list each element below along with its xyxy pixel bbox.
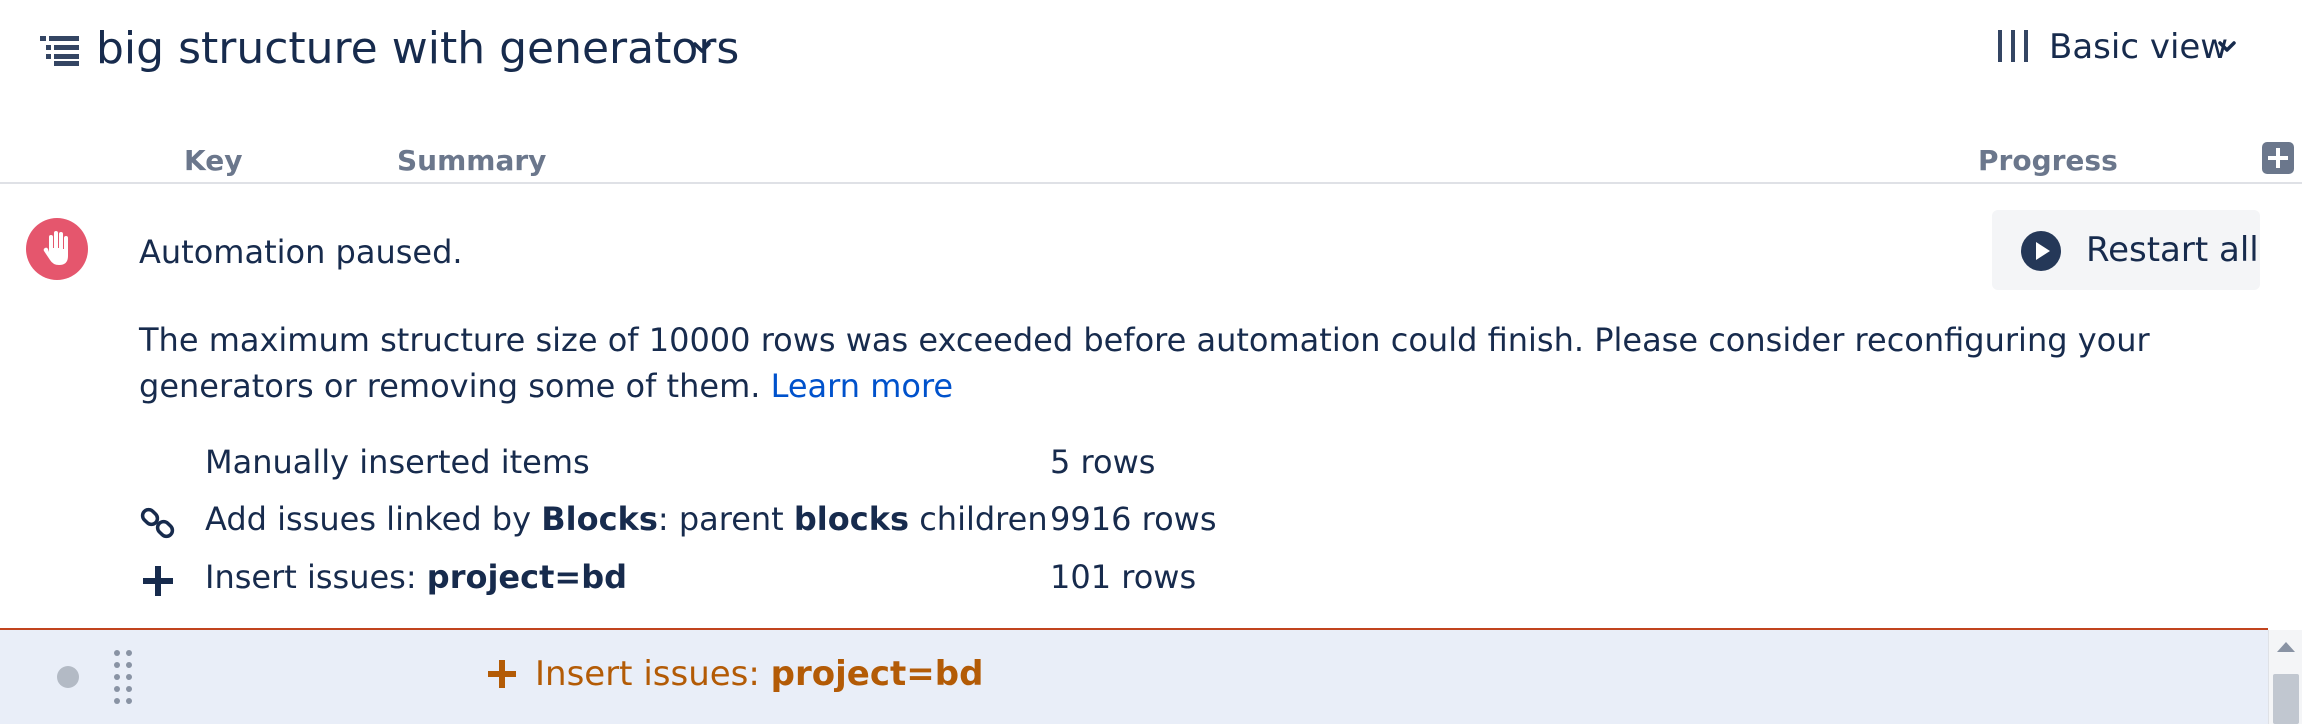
generator-stat-row: Add issues linked by Blocks: parent bloc… [0, 495, 1400, 545]
play-circle-icon [2021, 231, 2061, 271]
plus-icon [143, 566, 173, 596]
generator-row-count: 9916 rows [1050, 500, 1217, 538]
column-header-summary[interactable]: Summary [397, 144, 546, 177]
scroll-up-arrow-icon[interactable] [2277, 642, 2295, 652]
generator-query: project=bd [770, 654, 984, 694]
generator-label: Insert issues: project=bd [205, 553, 627, 601]
generator-row-count: 101 rows [1050, 558, 1197, 596]
plus-icon [488, 660, 516, 688]
structure-list-icon [40, 36, 79, 66]
structure-header: big structure with generators Basic view [0, 0, 2302, 110]
column-header-key[interactable]: Key [184, 144, 242, 177]
generator-stat-row: Insert issues: project=bd 101 rows [0, 553, 1400, 603]
structure-title[interactable]: big structure with generators [96, 20, 739, 78]
column-header-progress[interactable]: Progress [1978, 144, 2118, 177]
label-suffix: children [909, 500, 1048, 538]
selected-generator-row[interactable]: Insert issues: project=bd [0, 628, 2268, 724]
generator-label: Manually inserted items [205, 443, 590, 481]
link-icon [140, 507, 175, 539]
view-selector-label[interactable]: Basic view [2049, 24, 2228, 70]
automation-message: The maximum structure size of 10000 rows… [139, 317, 2289, 409]
scrollbar-thumb[interactable] [2273, 674, 2299, 724]
row-status-dot [57, 666, 79, 688]
drag-handle-icon[interactable] [112, 648, 134, 708]
label-prefix: Add issues linked by [205, 500, 542, 538]
automation-paused-title: Automation paused. [139, 233, 463, 271]
link-direction: blocks [793, 500, 910, 538]
chevron-down-icon[interactable] [2216, 36, 2238, 58]
link-type: Blocks [541, 500, 658, 538]
learn-more-link[interactable]: Learn more [771, 367, 954, 405]
restart-all-button[interactable]: Restart all [1992, 210, 2260, 290]
vertical-scrollbar[interactable] [2268, 630, 2302, 724]
generator-row-count: 5 rows [1050, 443, 1156, 481]
generator-label: Add issues linked by Blocks: parent bloc… [205, 495, 1048, 543]
stop-hand-icon [26, 218, 88, 280]
restart-all-label: Restart all [2086, 230, 2259, 270]
chevron-down-icon[interactable] [690, 36, 714, 60]
columns-icon[interactable] [1996, 28, 2030, 64]
automation-message-text: The maximum structure size of 10000 rows… [139, 321, 2150, 405]
generator-stat-row: Manually inserted items 5 rows [0, 438, 1400, 488]
label-middle: : parent [657, 500, 794, 538]
column-header-row: Key Summary Progress [0, 134, 2302, 184]
generator-row-label: Insert issues: project=bd [535, 650, 983, 698]
generator-query: project=bd [426, 558, 628, 596]
label-prefix: Insert issues: [205, 558, 427, 596]
plus-square-icon[interactable] [2262, 142, 2294, 174]
label-prefix: Insert issues: [535, 654, 771, 694]
